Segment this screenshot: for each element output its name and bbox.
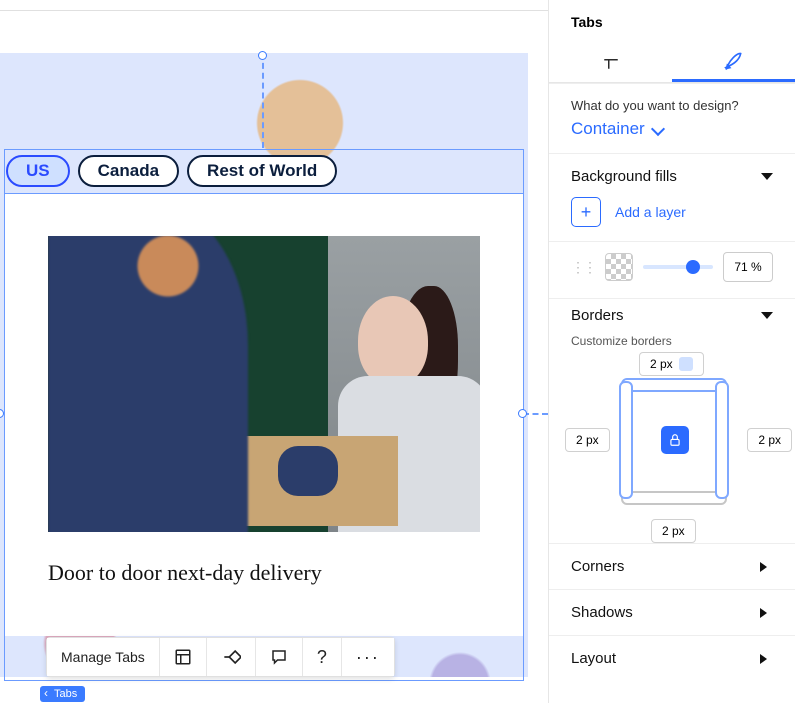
border-width-top[interactable]: 2 px <box>639 352 704 376</box>
caret-down-icon <box>761 173 773 180</box>
corners-section[interactable]: Corners <box>549 543 795 589</box>
borders-subtitle: Customize borders <box>571 334 773 348</box>
opacity-input[interactable] <box>723 252 773 282</box>
more-icon[interactable]: ··· <box>342 638 394 676</box>
border-side-left[interactable] <box>619 381 633 499</box>
border-width-right[interactable]: 2 px <box>747 428 792 452</box>
chevron-down-icon <box>651 122 665 136</box>
tabs-widget[interactable]: US Canada Rest of World Door to door nex… <box>4 149 524 636</box>
add-layer-label[interactable]: Add a layer <box>615 204 686 220</box>
tab-rest-of-world[interactable]: Rest of World <box>187 155 337 187</box>
comment-icon[interactable] <box>256 638 303 676</box>
delivery-photo[interactable] <box>48 236 480 532</box>
layout-section[interactable]: Layout <box>549 635 795 681</box>
border-width-left[interactable]: 2 px <box>565 428 610 452</box>
panel-title: Tabs <box>549 0 795 42</box>
tab-canada[interactable]: Canada <box>78 155 179 187</box>
panel-mode-tabs <box>549 42 795 83</box>
border-color-swatch[interactable] <box>679 357 693 371</box>
border-side-top[interactable] <box>621 378 727 392</box>
corners-title: Corners <box>571 558 624 575</box>
selection-badge[interactable]: Tabs <box>40 686 85 702</box>
fill-color-swatch[interactable] <box>605 253 633 281</box>
background-fills-section: Background fills + Add a layer <box>549 153 795 241</box>
tab-list: US Canada Rest of World <box>4 149 524 194</box>
top-divider <box>0 10 548 11</box>
caret-down-icon <box>761 312 773 319</box>
border-top-value: 2 px <box>650 357 673 371</box>
panel-mode-design[interactable] <box>672 42 795 82</box>
design-question-label: What do you want to design? <box>571 98 773 113</box>
borders-header[interactable]: Borders <box>571 307 773 324</box>
tab-us[interactable]: US <box>6 155 70 187</box>
canvas-area: US Canada Rest of World Door to door nex… <box>0 53 548 693</box>
tab-caption[interactable]: Door to door next-day delivery <box>48 560 480 586</box>
border-width-bottom[interactable]: 2 px <box>651 519 696 543</box>
border-lock-button[interactable] <box>661 426 689 454</box>
drag-handle-icon[interactable]: ⋮⋮ <box>571 259 595 276</box>
element-toolbar: Manage Tabs ? ··· <box>46 637 395 677</box>
border-side-right[interactable] <box>715 381 729 499</box>
border-side-bottom[interactable] <box>621 491 727 505</box>
caret-right-icon <box>760 654 773 664</box>
inspector-panel: Tabs What do you want to design? Contain… <box>548 0 795 703</box>
background-fills-header[interactable]: Background fills <box>571 168 773 185</box>
borders-section: Borders Customize borders 2 px 2 px 2 px… <box>549 298 795 543</box>
tab-content[interactable]: Door to door next-day delivery <box>4 194 524 636</box>
layout-title: Layout <box>571 650 616 667</box>
animations-icon[interactable] <box>207 638 256 676</box>
layout-icon[interactable] <box>160 638 207 676</box>
add-layer-button[interactable]: + <box>571 197 601 227</box>
design-target-section: What do you want to design? Container <box>549 83 795 153</box>
design-target-value: Container <box>571 119 645 139</box>
help-icon[interactable]: ? <box>303 638 342 676</box>
slider-thumb[interactable] <box>686 260 700 274</box>
panel-mode-layout[interactable] <box>549 42 672 82</box>
caret-right-icon <box>760 562 773 572</box>
shadows-title: Shadows <box>571 604 633 621</box>
opacity-slider[interactable] <box>643 265 713 269</box>
border-diagram: 2 px 2 px 2 px 2 px <box>571 354 776 529</box>
borders-title: Borders <box>571 307 624 324</box>
caret-right-icon <box>760 608 773 618</box>
add-layer-row: + Add a layer <box>571 197 773 227</box>
shadows-section[interactable]: Shadows <box>549 589 795 635</box>
background-fills-title: Background fills <box>571 168 677 185</box>
design-target-dropdown[interactable]: Container <box>571 119 773 139</box>
manage-tabs-button[interactable]: Manage Tabs <box>47 638 160 676</box>
fill-layer-row: ⋮⋮ <box>549 241 795 298</box>
